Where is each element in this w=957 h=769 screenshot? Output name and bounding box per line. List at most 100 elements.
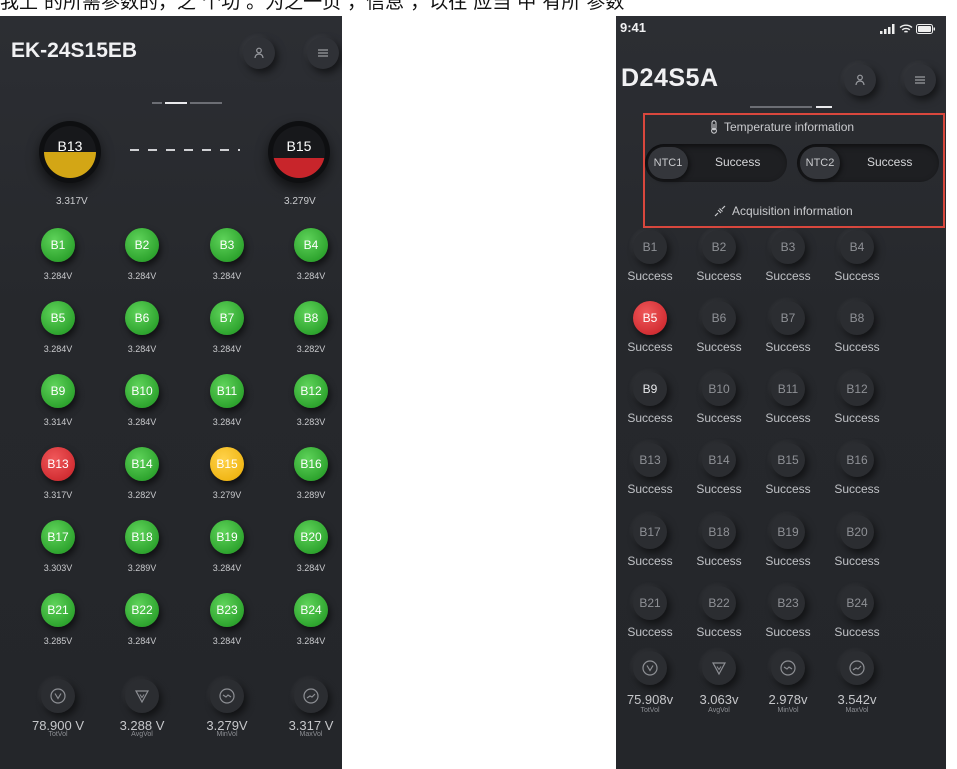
cell-button-b9[interactable]: B9 xyxy=(633,372,667,406)
cell-voltage: 3.284V xyxy=(43,271,73,281)
cell-button-b13[interactable]: B13 xyxy=(41,447,75,481)
cell-button-b12[interactable]: B12 xyxy=(840,372,874,406)
cell-voltage: 3.284V xyxy=(296,636,326,646)
menu-button[interactable] xyxy=(307,37,339,69)
min-voltage-button[interactable] xyxy=(771,651,805,685)
cell-status: Success xyxy=(765,269,811,283)
cell-button-b3[interactable]: B3 xyxy=(210,228,244,262)
cell-button-b17[interactable]: B17 xyxy=(633,515,667,549)
cell-button-b24[interactable]: B24 xyxy=(294,593,328,627)
ntc1-toggle[interactable]: NTC1 xyxy=(648,147,688,179)
cell-button-b12[interactable]: B12 xyxy=(294,374,328,408)
cell-button-b17[interactable]: B17 xyxy=(41,520,75,554)
cell-button-b4[interactable]: B4 xyxy=(294,228,328,262)
thermometer-icon xyxy=(711,120,717,134)
cell-button-b15[interactable]: B15 xyxy=(210,447,244,481)
cell-button-b10[interactable]: B10 xyxy=(125,374,159,408)
device-title: D24S5A xyxy=(621,64,719,92)
cell-button-b21[interactable]: B21 xyxy=(41,593,75,627)
cell-button-b18[interactable]: B18 xyxy=(702,515,736,549)
cell-button-b23[interactable]: B23 xyxy=(210,593,244,627)
total-voltage-button[interactable] xyxy=(41,679,75,713)
cell-button-b1[interactable]: B1 xyxy=(41,228,75,262)
summary-label: AvgVol xyxy=(708,707,730,714)
summary-value: 2.978v xyxy=(768,692,808,707)
cell-button-b21[interactable]: B21 xyxy=(633,586,667,620)
ntc1-status: Success xyxy=(715,155,761,169)
max-voltage-button[interactable] xyxy=(294,679,328,713)
cell-button-b23[interactable]: B23 xyxy=(771,586,805,620)
total-voltage-button[interactable] xyxy=(633,651,667,685)
cell-button-b22[interactable]: B22 xyxy=(125,593,159,627)
page-dot-active[interactable] xyxy=(816,106,832,108)
left-phone-screen: EK-24S15EB B13 3.317V B15 3.279V B1 3.284… xyxy=(0,16,342,769)
page-dot-active[interactable] xyxy=(165,102,187,104)
right-phone-screen: 9:41 D24S5A Temperature information NTC1… xyxy=(616,16,946,769)
cell-status: Success xyxy=(765,411,811,425)
cell-button-b15[interactable]: B15 xyxy=(771,443,805,477)
cell-button-b2[interactable]: B2 xyxy=(702,230,736,264)
min-cell-voltage: 3.317V xyxy=(56,196,88,207)
total-voltage-icon xyxy=(642,660,658,676)
cell-button-b22[interactable]: B22 xyxy=(702,586,736,620)
cell-button-b9[interactable]: B9 xyxy=(41,374,75,408)
summary-value: 3.063v xyxy=(699,692,739,707)
cell-status: Success xyxy=(627,340,673,354)
cell-button-b19[interactable]: B19 xyxy=(771,515,805,549)
cell-button-b13[interactable]: B13 xyxy=(633,443,667,477)
max-voltage-button[interactable] xyxy=(840,651,874,685)
wifi-icon xyxy=(899,24,913,33)
cell-button-b8[interactable]: B8 xyxy=(840,301,874,335)
cell-status: Success xyxy=(627,554,673,568)
cell-button-b16[interactable]: B16 xyxy=(840,443,874,477)
page-dot[interactable] xyxy=(750,106,812,108)
page-dot[interactable] xyxy=(152,102,162,104)
cell-button-b8[interactable]: B8 xyxy=(294,301,328,335)
menu-icon xyxy=(318,49,328,57)
cell-button-b14[interactable]: B14 xyxy=(702,443,736,477)
cell-button-b3[interactable]: B3 xyxy=(771,230,805,264)
cell-button-b20[interactable]: B20 xyxy=(294,520,328,554)
cell-button-b4[interactable]: B4 xyxy=(840,230,874,264)
menu-button[interactable] xyxy=(904,64,936,96)
cell-button-b11[interactable]: B11 xyxy=(210,374,244,408)
average-voltage-button[interactable] xyxy=(125,679,159,713)
average-voltage-button[interactable] xyxy=(702,651,736,685)
battery-icon xyxy=(916,24,935,34)
cell-button-b1[interactable]: B1 xyxy=(633,230,667,264)
page-dot[interactable] xyxy=(190,102,222,104)
acquisition-heading: Acquisition information xyxy=(713,204,853,218)
cell-button-b18[interactable]: B18 xyxy=(125,520,159,554)
user-button[interactable] xyxy=(243,37,275,69)
plug-icon xyxy=(714,205,726,217)
total-voltage-icon xyxy=(50,688,66,704)
cell-button-b14[interactable]: B14 xyxy=(125,447,159,481)
user-icon xyxy=(254,47,264,59)
cell-status: Success xyxy=(696,625,742,639)
cell-button-b7[interactable]: B7 xyxy=(771,301,805,335)
cell-button-b2[interactable]: B2 xyxy=(125,228,159,262)
cell-status: Success xyxy=(834,554,880,568)
cell-button-b11[interactable]: B11 xyxy=(771,372,805,406)
cell-button-b24[interactable]: B24 xyxy=(840,586,874,620)
cell-button-b16[interactable]: B16 xyxy=(294,447,328,481)
cell-status: Success xyxy=(765,625,811,639)
average-voltage-icon xyxy=(711,662,727,676)
cell-button-b19[interactable]: B19 xyxy=(210,520,244,554)
signal-icon xyxy=(880,24,895,34)
cell-status: Success xyxy=(627,269,673,283)
min-voltage-button[interactable] xyxy=(210,679,244,713)
ntc2-toggle[interactable]: NTC2 xyxy=(800,147,840,179)
cell-voltage: 3.314V xyxy=(43,417,73,427)
cell-voltage: 3.284V xyxy=(212,417,242,427)
cell-status: Success xyxy=(627,411,673,425)
cell-button-b6[interactable]: B6 xyxy=(702,301,736,335)
cell-voltage: 3.284V xyxy=(127,271,157,281)
cell-button-b5[interactable]: B5 xyxy=(41,301,75,335)
user-button[interactable] xyxy=(844,64,876,96)
cell-button-b6[interactable]: B6 xyxy=(125,301,159,335)
cell-button-b5[interactable]: B5 xyxy=(633,301,667,335)
cell-button-b7[interactable]: B7 xyxy=(210,301,244,335)
cell-button-b20[interactable]: B20 xyxy=(840,515,874,549)
cell-button-b10[interactable]: B10 xyxy=(702,372,736,406)
